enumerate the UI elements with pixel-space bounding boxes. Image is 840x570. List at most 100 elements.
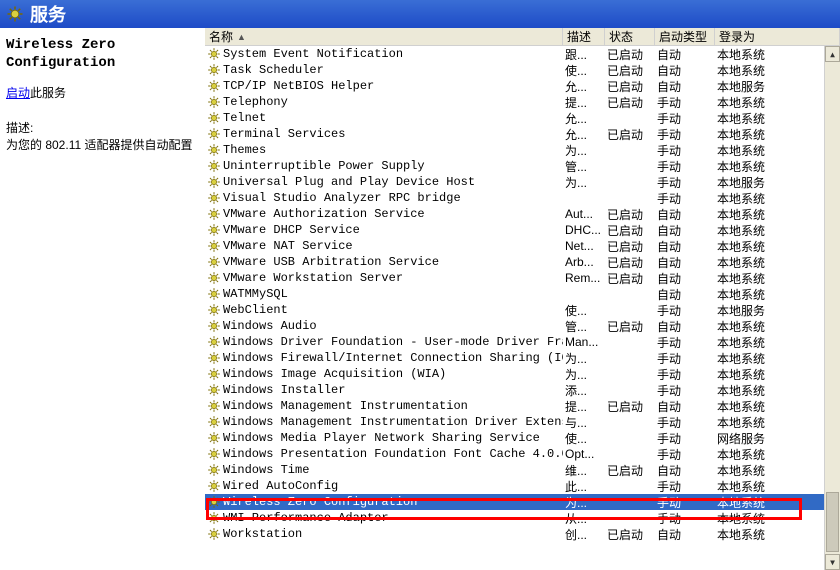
service-row[interactable]: VMware USB Arbitration ServiceArb...已启动自… <box>205 254 840 270</box>
service-row[interactable]: Windows Presentation Foundation Font Cac… <box>205 446 840 462</box>
service-name: Universal Plug and Play Device Host <box>223 175 475 189</box>
service-startup: 自动 <box>655 270 715 287</box>
service-row[interactable]: Windows Management Instrumentation提...已启… <box>205 398 840 414</box>
service-startup: 手动 <box>655 414 715 431</box>
service-logon: 本地系统 <box>715 286 840 303</box>
service-status: 已启动 <box>605 78 655 95</box>
service-logon: 本地系统 <box>715 270 840 287</box>
service-gear-icon <box>207 495 221 509</box>
description-label: 描述: <box>6 119 196 136</box>
service-desc: Rem... <box>563 271 605 285</box>
service-gear-icon <box>207 367 221 381</box>
service-gear-icon <box>207 511 221 525</box>
service-status: 已启动 <box>605 222 655 239</box>
service-row[interactable]: VMware NAT ServiceNet...已启动自动本地系统 <box>205 238 840 254</box>
col-header-startup[interactable]: 启动类型 <box>655 28 715 45</box>
service-logon: 本地系统 <box>715 254 840 271</box>
service-row[interactable]: System Event Notification跟...已启动自动本地系统 <box>205 46 840 62</box>
description-body: 为您的 802.11 适配器提供自动配置 <box>6 136 196 154</box>
service-row[interactable]: Windows Installer添...手动本地系统 <box>205 382 840 398</box>
service-gear-icon <box>207 191 221 205</box>
service-name: TCP/IP NetBIOS Helper <box>223 79 374 93</box>
service-row[interactable]: Windows Audio管...已启动自动本地系统 <box>205 318 840 334</box>
scroll-thumb[interactable] <box>826 492 839 552</box>
service-desc: 为... <box>563 494 605 511</box>
service-row[interactable]: Telnet允...手动本地系统 <box>205 110 840 126</box>
service-name: Visual Studio Analyzer RPC bridge <box>223 191 461 205</box>
service-gear-icon <box>207 175 221 189</box>
service-row[interactable]: Visual Studio Analyzer RPC bridge手动本地系统 <box>205 190 840 206</box>
service-name: Windows Management Instrumentation <box>223 399 468 413</box>
service-name: Windows Installer <box>223 383 345 397</box>
service-row[interactable]: Workstation创...已启动自动本地系统 <box>205 526 840 542</box>
service-row[interactable]: WebClient使...手动本地服务 <box>205 302 840 318</box>
col-header-name[interactable]: 名称▲ <box>205 28 563 45</box>
service-row[interactable]: Windows Management Instrumentation Drive… <box>205 414 840 430</box>
service-name: VMware Workstation Server <box>223 271 403 285</box>
service-row[interactable]: Windows Media Player Network Sharing Ser… <box>205 430 840 446</box>
scroll-track[interactable] <box>825 62 840 554</box>
service-logon: 本地系统 <box>715 206 840 223</box>
service-row[interactable]: Themes为...手动本地系统 <box>205 142 840 158</box>
service-name: Windows Audio <box>223 319 317 333</box>
service-desc: Net... <box>563 239 605 253</box>
service-row[interactable]: WATMMySQL自动本地系统 <box>205 286 840 302</box>
service-desc: 使... <box>563 430 605 447</box>
service-row[interactable]: Telephony提...已启动手动本地系统 <box>205 94 840 110</box>
service-row[interactable]: Uninterruptible Power Supply管...手动本地系统 <box>205 158 840 174</box>
service-row[interactable]: Windows Time维...已启动自动本地系统 <box>205 462 840 478</box>
service-logon: 网络服务 <box>715 430 840 447</box>
service-startup: 手动 <box>655 478 715 495</box>
service-row[interactable]: Windows Image Acquisition (WIA)为...手动本地系… <box>205 366 840 382</box>
service-desc: 使... <box>563 302 605 319</box>
service-startup: 自动 <box>655 286 715 303</box>
scroll-down-button[interactable]: ▼ <box>825 554 840 570</box>
service-row[interactable]: TCP/IP NetBIOS Helper允...已启动自动本地服务 <box>205 78 840 94</box>
service-row[interactable]: Windows Firewall/Internet Connection Sha… <box>205 350 840 366</box>
service-startup: 手动 <box>655 334 715 351</box>
start-service-link[interactable]: 启动 <box>6 86 30 100</box>
service-gear-icon <box>207 351 221 365</box>
service-logon: 本地服务 <box>715 78 840 95</box>
service-startup: 手动 <box>655 126 715 143</box>
service-name: VMware DHCP Service <box>223 223 360 237</box>
service-row[interactable]: VMware DHCP ServiceDHC...已启动自动本地系统 <box>205 222 840 238</box>
col-header-desc[interactable]: 描述 <box>563 28 605 45</box>
vertical-scrollbar[interactable]: ▲ ▼ <box>824 46 840 570</box>
service-logon: 本地系统 <box>715 46 840 63</box>
service-desc: 管... <box>563 158 605 175</box>
service-row[interactable]: WMI Performance Adapter从...手动本地系统 <box>205 510 840 526</box>
service-startup: 手动 <box>655 510 715 527</box>
service-gear-icon <box>207 399 221 413</box>
service-status: 已启动 <box>605 318 655 335</box>
service-status: 已启动 <box>605 238 655 255</box>
service-row[interactable]: Wired AutoConfig此...手动本地系统 <box>205 478 840 494</box>
service-name: Windows Time <box>223 463 309 477</box>
services-icon <box>6 5 24 23</box>
service-logon: 本地系统 <box>715 414 840 431</box>
service-desc: Aut... <box>563 207 605 221</box>
service-gear-icon <box>207 79 221 93</box>
service-row[interactable]: VMware Authorization ServiceAut...已启动自动本… <box>205 206 840 222</box>
service-row[interactable]: VMware Workstation ServerRem...已启动自动本地系统 <box>205 270 840 286</box>
service-row[interactable]: Task Scheduler使...已启动自动本地系统 <box>205 62 840 78</box>
service-gear-icon <box>207 95 221 109</box>
service-name: Telephony <box>223 95 288 109</box>
service-row[interactable]: Wireless Zero Configuration为...手动本地系统 <box>205 494 840 510</box>
service-name: Windows Management Instrumentation Drive… <box>223 415 563 429</box>
main-content: Wireless Zero Configuration 启动此服务 描述: 为您… <box>0 28 840 570</box>
service-name: VMware Authorization Service <box>223 207 425 221</box>
col-header-status[interactable]: 状态 <box>605 28 655 45</box>
service-desc: 允... <box>563 126 605 143</box>
service-status: 已启动 <box>605 46 655 63</box>
col-header-logon[interactable]: 登录为 <box>715 28 840 45</box>
service-desc: 为... <box>563 366 605 383</box>
service-name: WMI Performance Adapter <box>223 511 389 525</box>
service-row[interactable]: Universal Plug and Play Device Host为...手… <box>205 174 840 190</box>
service-desc: 管... <box>563 318 605 335</box>
scroll-up-button[interactable]: ▲ <box>825 46 840 62</box>
service-row[interactable]: Terminal Services允...已启动手动本地系统 <box>205 126 840 142</box>
service-desc: 提... <box>563 94 605 111</box>
service-startup: 手动 <box>655 142 715 159</box>
service-row[interactable]: Windows Driver Foundation - User-mode Dr… <box>205 334 840 350</box>
